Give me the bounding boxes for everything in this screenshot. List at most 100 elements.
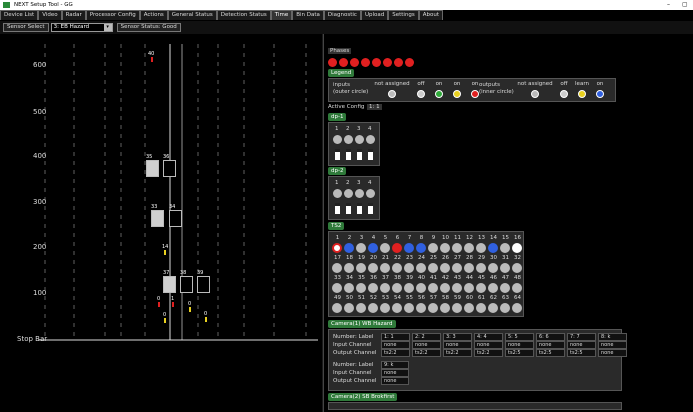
camera1-output-cell[interactable]: ts2:2 bbox=[381, 349, 410, 357]
dp1-channel-switch[interactable] bbox=[357, 149, 362, 160]
camera1-input-cell[interactable]: none bbox=[474, 341, 503, 349]
y-tick-400: 400 bbox=[33, 152, 47, 160]
ts2-channel-number: 17 bbox=[334, 255, 341, 261]
tab-detection-status[interactable]: Detection Status bbox=[216, 10, 271, 20]
detector-34[interactable] bbox=[169, 210, 182, 227]
dp2-channel-switch[interactable] bbox=[346, 203, 351, 214]
sensor-select-dropdown[interactable]: 3: EB Hazard ▾ bbox=[50, 23, 113, 32]
ts2-channel-indicator bbox=[500, 283, 510, 293]
ts2-channel-number: 39 bbox=[406, 275, 413, 281]
ts2-channel-indicator bbox=[464, 283, 474, 293]
ts2-channel-indicator bbox=[488, 303, 498, 313]
vehicle-marker bbox=[164, 250, 166, 255]
toolbar: Sensor Select 3: EB Hazard ▾ Sensor Stat… bbox=[0, 21, 693, 34]
tab-about[interactable]: About bbox=[418, 10, 444, 20]
camera1-number-cell[interactable]: 5: 5 bbox=[505, 333, 534, 341]
detector-39[interactable] bbox=[197, 276, 210, 293]
legend-output-label: learn bbox=[575, 81, 589, 87]
dp1-channel-switch[interactable] bbox=[368, 149, 373, 160]
chevron-down-icon[interactable]: ▾ bbox=[103, 24, 112, 31]
tab-processor-config[interactable]: Processor Config bbox=[85, 10, 140, 20]
detector-38[interactable] bbox=[180, 276, 193, 293]
camera1-output-cell[interactable]: none bbox=[598, 349, 627, 357]
camera1-row-label: Output Channel bbox=[333, 350, 377, 356]
camera1-number-cell[interactable]: 6: 6 bbox=[536, 333, 565, 341]
camera1-output-cell[interactable]: ts2:2 bbox=[412, 349, 441, 357]
camera1-number-cell[interactable]: 3: 3 bbox=[443, 333, 472, 341]
y-tick-100: 100 bbox=[33, 289, 47, 297]
tab-actions[interactable]: Actions bbox=[139, 10, 168, 20]
dp2-channel-switch[interactable] bbox=[335, 203, 340, 214]
ts2-channel-number: 16 bbox=[514, 235, 521, 241]
tab-video[interactable]: Video bbox=[38, 10, 62, 20]
ts2-channel-number: 15 bbox=[502, 235, 509, 241]
camera1-output-cell[interactable]: ts2:5 bbox=[536, 349, 565, 357]
dp2-channel-switch[interactable] bbox=[368, 203, 373, 214]
dp1-channel-switch[interactable] bbox=[346, 149, 351, 160]
camera1-output-cell[interactable]: ts2:5 bbox=[505, 349, 534, 357]
detector-33[interactable] bbox=[151, 210, 164, 227]
camera1-row-label: Input Channel bbox=[333, 370, 372, 376]
ts2-channel-indicator bbox=[392, 283, 402, 293]
camera1-input-cell[interactable]: none bbox=[567, 341, 596, 349]
vehicle-marker bbox=[164, 318, 166, 323]
dp1-channel-switch[interactable] bbox=[335, 149, 340, 160]
camera1-number-cell[interactable]: 8: k bbox=[598, 333, 627, 341]
legend-inputs-label: inputs (outer circle) bbox=[333, 82, 369, 95]
dp1-label: dp-1 bbox=[328, 113, 347, 121]
camera1-number-cell[interactable]: 7: 7 bbox=[567, 333, 596, 341]
camera1-extra-output[interactable]: none bbox=[381, 377, 409, 385]
minimize-button[interactable]: – bbox=[667, 1, 670, 8]
dp1-channel-indicator bbox=[344, 135, 353, 144]
tab-radar[interactable]: Radar bbox=[61, 10, 86, 20]
ts2-channel-indicator bbox=[332, 283, 342, 293]
ts2-channel-indicator bbox=[404, 303, 414, 313]
camera1-input-cell[interactable]: none bbox=[505, 341, 534, 349]
ts2-channel-number: 6 bbox=[395, 235, 400, 241]
camera1-output-cell[interactable]: ts2:2 bbox=[443, 349, 472, 357]
ts2-channel-number: 8 bbox=[419, 235, 424, 241]
ts2-channel-number: 24 bbox=[418, 255, 425, 261]
tab-diagnostic[interactable]: Diagnostic bbox=[323, 10, 361, 20]
detector-37[interactable] bbox=[163, 276, 176, 293]
tab-time[interactable]: Time bbox=[270, 10, 293, 20]
detector-36[interactable] bbox=[163, 160, 176, 177]
tab-general-status[interactable]: General Status bbox=[167, 10, 217, 20]
camera1-output-cell[interactable]: ts2:5 bbox=[567, 349, 596, 357]
ts2-channel-indicator bbox=[512, 243, 522, 253]
detector-label: 36 bbox=[163, 154, 170, 160]
dp2-channel-switch[interactable] bbox=[357, 203, 362, 214]
ts2-channel-indicator bbox=[452, 303, 462, 313]
camera1-extra-input[interactable]: none bbox=[381, 369, 409, 377]
camera1-input-cell[interactable]: none bbox=[381, 341, 410, 349]
active-config-label: Active Config bbox=[328, 104, 365, 110]
ts2-channel-number: 26 bbox=[442, 255, 449, 261]
camera1-input-cell[interactable]: none bbox=[443, 341, 472, 349]
tab-device-list[interactable]: Device List bbox=[0, 10, 39, 20]
camera1-output-cell[interactable]: ts2:2 bbox=[474, 349, 503, 357]
tab-bin-data[interactable]: Bin Data bbox=[292, 10, 324, 20]
camera1-input-cell[interactable]: none bbox=[598, 341, 627, 349]
dp1-channel-number: 3 bbox=[357, 126, 361, 132]
camera1-number-cell[interactable]: 1: 1 bbox=[381, 333, 410, 341]
ts2-channel-number: 18 bbox=[346, 255, 353, 261]
tab-upload[interactable]: Upload bbox=[360, 10, 389, 20]
legend-output-label: off bbox=[560, 81, 568, 87]
detector-35[interactable] bbox=[146, 160, 159, 177]
tab-settings[interactable]: Settings bbox=[388, 10, 419, 20]
ts2-channel-number: 53 bbox=[382, 295, 389, 301]
camera1-number-cell[interactable]: 4: 4 bbox=[474, 333, 503, 341]
ts2-channel-number: 41 bbox=[430, 275, 437, 281]
ts2-channel-indicator bbox=[332, 303, 342, 313]
maximize-button[interactable]: ▢ bbox=[682, 1, 688, 8]
ts2-channel-number: 22 bbox=[394, 255, 401, 261]
ts2-channel-number: 23 bbox=[406, 255, 413, 261]
camera1-input-cell[interactable]: none bbox=[412, 341, 441, 349]
ts2-channel-number: 45 bbox=[478, 275, 485, 281]
ts2-channel-number: 14 bbox=[490, 235, 497, 241]
legend-label: Legend bbox=[328, 69, 355, 77]
camera1-input-cell[interactable]: none bbox=[536, 341, 565, 349]
ts2-channel-indicator bbox=[452, 243, 462, 253]
camera1-number-cell[interactable]: 2: 2 bbox=[412, 333, 441, 341]
camera1-extra-number[interactable]: 9: k bbox=[381, 361, 409, 369]
